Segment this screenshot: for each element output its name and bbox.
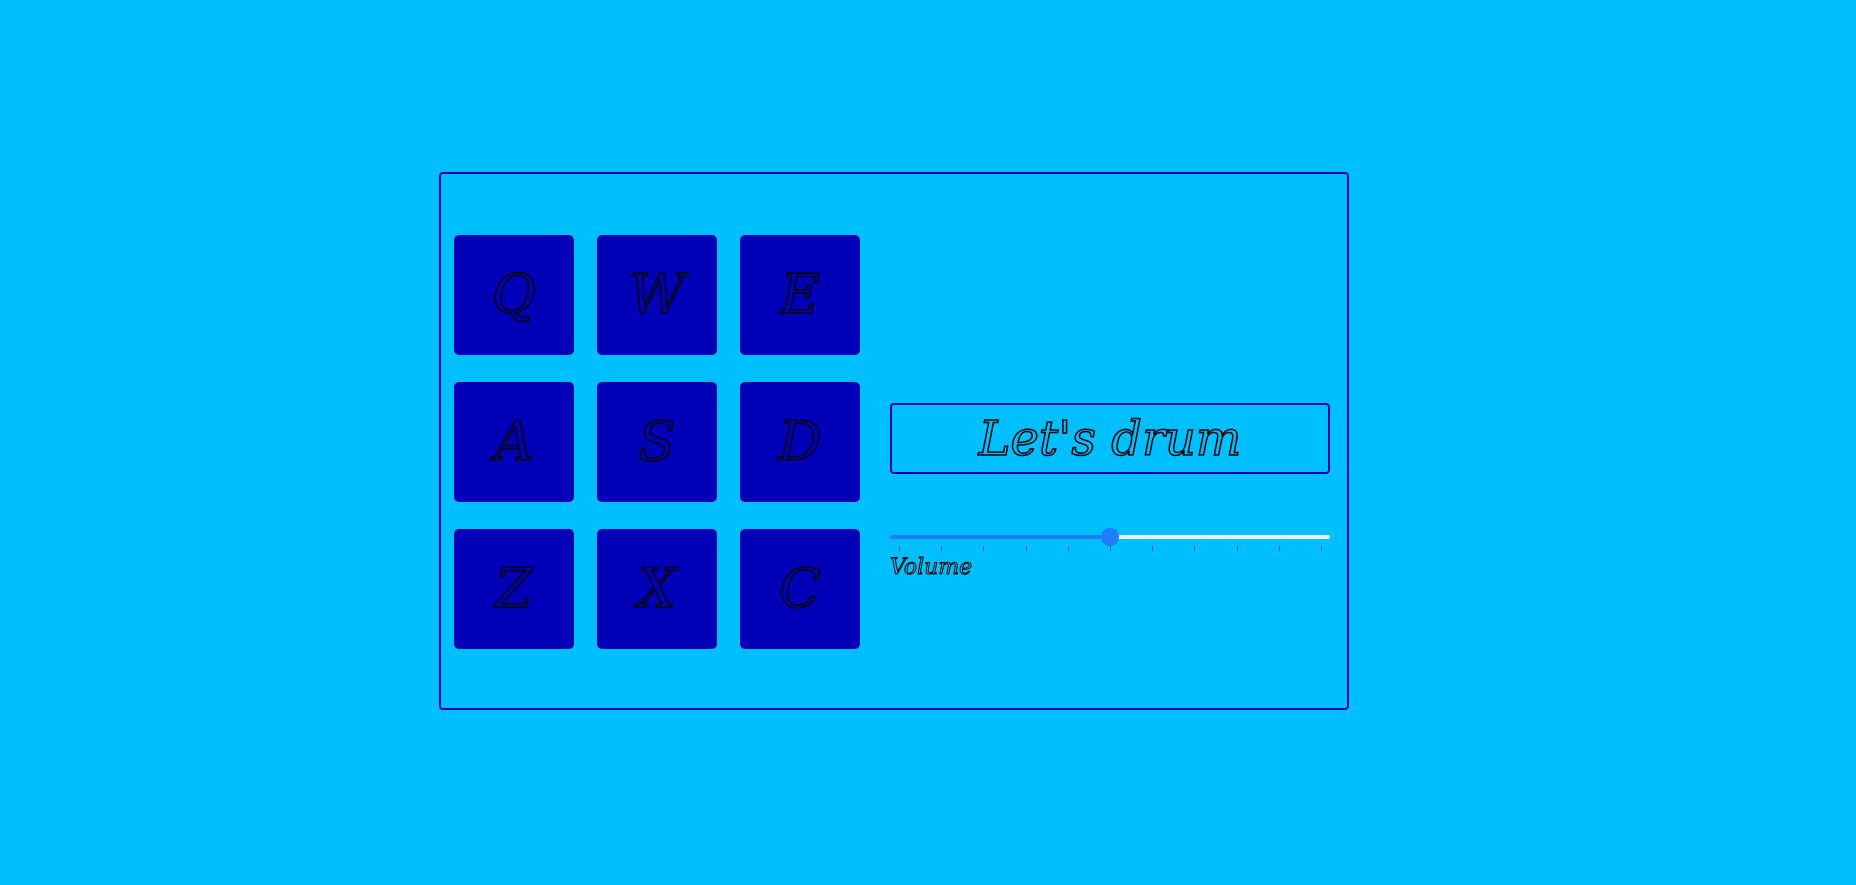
pad-key-label: C — [779, 557, 822, 620]
volume-tick — [1152, 546, 1154, 551]
pad-key-label: S — [638, 410, 677, 473]
drum-pad-c[interactable]: C — [740, 529, 860, 649]
drum-pad-d[interactable]: D — [740, 382, 860, 502]
volume-tick — [1110, 546, 1111, 551]
volume-slider-fill — [890, 535, 1110, 539]
volume-tick — [1321, 546, 1322, 551]
volume-label: Volume — [889, 555, 973, 580]
pad-key-label: Z — [494, 557, 533, 620]
drum-pad-q[interactable]: Q — [454, 235, 574, 355]
pad-key-label: Q — [491, 263, 537, 326]
volume-tick — [1025, 546, 1027, 551]
volume-tick — [1236, 546, 1238, 551]
drum-pad-z[interactable]: Z — [454, 529, 574, 649]
volume-slider[interactable] — [890, 528, 1330, 546]
volume-tick — [941, 546, 943, 551]
display-panel: Let's drum — [890, 403, 1330, 474]
volume-slider-thumb[interactable] — [1101, 528, 1119, 546]
drum-pad-w[interactable]: W — [597, 235, 717, 355]
pad-key-label: W — [628, 263, 685, 326]
pad-key-label: D — [778, 410, 823, 473]
drum-pad-x[interactable]: X — [597, 529, 717, 649]
volume-tick — [983, 546, 985, 551]
pad-key-label: A — [494, 410, 535, 473]
drum-machine: Q W E A S D Z X C Let's drum Volume — [439, 172, 1349, 710]
drum-pad-e[interactable]: E — [740, 235, 860, 355]
pad-key-label: E — [780, 263, 821, 326]
display-text: Let's drum — [978, 410, 1242, 467]
drum-pad-s[interactable]: S — [597, 382, 717, 502]
pad-key-label: X — [637, 557, 677, 620]
volume-tick — [1278, 546, 1280, 551]
volume-tick — [899, 546, 900, 551]
volume-tick — [1194, 546, 1196, 551]
volume-control: Volume — [889, 528, 1330, 589]
drum-pad-a[interactable]: A — [454, 382, 574, 502]
volume-tick — [1067, 546, 1069, 551]
drum-pad-grid: Q W E A S D Z X C — [454, 235, 860, 649]
